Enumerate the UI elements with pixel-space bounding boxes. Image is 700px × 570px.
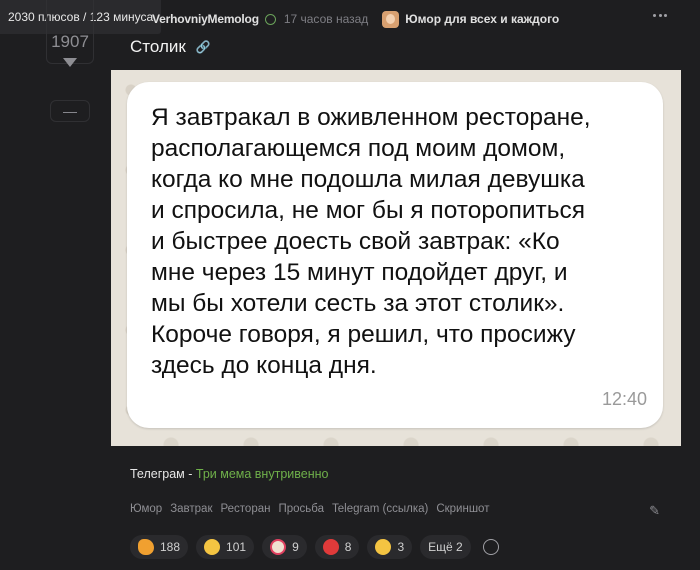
vote-column: 1907 — (46, 0, 94, 122)
reaction-button[interactable]: 8 (314, 535, 360, 559)
community-name[interactable]: Юмор для всех и каждого (405, 12, 559, 26)
reaction-bar: 188 101 9 8 3 Ещё 2 (130, 535, 503, 559)
tag[interactable]: Завтрак (170, 503, 212, 515)
reaction-count: 9 (292, 540, 299, 554)
minus-button[interactable]: — (50, 100, 90, 122)
post-image[interactable]: Я завтракал в оживленном ресторане, расп… (111, 70, 681, 446)
source-link[interactable]: Три мема внутривенно (196, 467, 329, 481)
sweat-smile-icon (375, 539, 392, 555)
vote-box: 1907 (46, 0, 94, 67)
post-title[interactable]: Столик (130, 37, 186, 57)
vote-count: 1907 (51, 32, 89, 51)
source-name: Телеграм (130, 467, 185, 481)
author-name[interactable]: VerhovniyMemolog (152, 12, 259, 26)
smile-icon (204, 539, 221, 555)
reaction-button[interactable]: 9 (262, 535, 307, 559)
angry-icon (322, 539, 339, 555)
message-bubble: Я завтракал в оживленном ресторане, расп… (127, 82, 663, 428)
downvote-arrow-icon[interactable] (63, 58, 77, 67)
tag[interactable]: Просьба (278, 503, 324, 515)
add-reaction-icon[interactable] (479, 535, 503, 559)
post-time[interactable]: 17 часов назад (284, 12, 368, 26)
tag-list: Юмор Завтрак Ресторан Просьба Telegram (… (130, 503, 489, 515)
more-options-icon[interactable] (653, 14, 667, 18)
clown-icon (270, 539, 287, 555)
post-header: VerhovniyMemolog 17 часов назад Юмор для… (152, 10, 559, 28)
reaction-count: 101 (226, 540, 247, 554)
tag[interactable]: Ресторан (220, 503, 270, 515)
verified-icon (264, 13, 276, 25)
more-reactions-button[interactable]: Ещё 2 (420, 535, 471, 559)
clap-icon (138, 539, 154, 555)
message-time: 12:40 (601, 389, 647, 409)
edit-pencil-icon[interactable]: ✎ (649, 503, 660, 519)
reaction-button[interactable]: 101 (196, 535, 255, 559)
reaction-button[interactable]: 188 (130, 535, 189, 559)
link-icon[interactable]: 🔗 (196, 40, 211, 54)
reaction-count: 8 (344, 540, 352, 554)
title-row: Столик 🔗 (130, 37, 211, 57)
reaction-count: 188 (160, 540, 181, 554)
community-avatar-icon[interactable] (382, 10, 400, 28)
source-separator: - (184, 467, 196, 481)
message-text: Я завтракал в оживленном ресторане, расп… (151, 104, 591, 379)
reaction-button[interactable]: 3 (367, 535, 413, 559)
reaction-count: 3 (397, 540, 405, 554)
tag[interactable]: Скриншот (436, 503, 489, 515)
post-source: Телеграм - Три мема внутривенно (130, 467, 328, 481)
tag[interactable]: Telegram (ссылка) (332, 503, 428, 515)
tag[interactable]: Юмор (130, 503, 162, 515)
